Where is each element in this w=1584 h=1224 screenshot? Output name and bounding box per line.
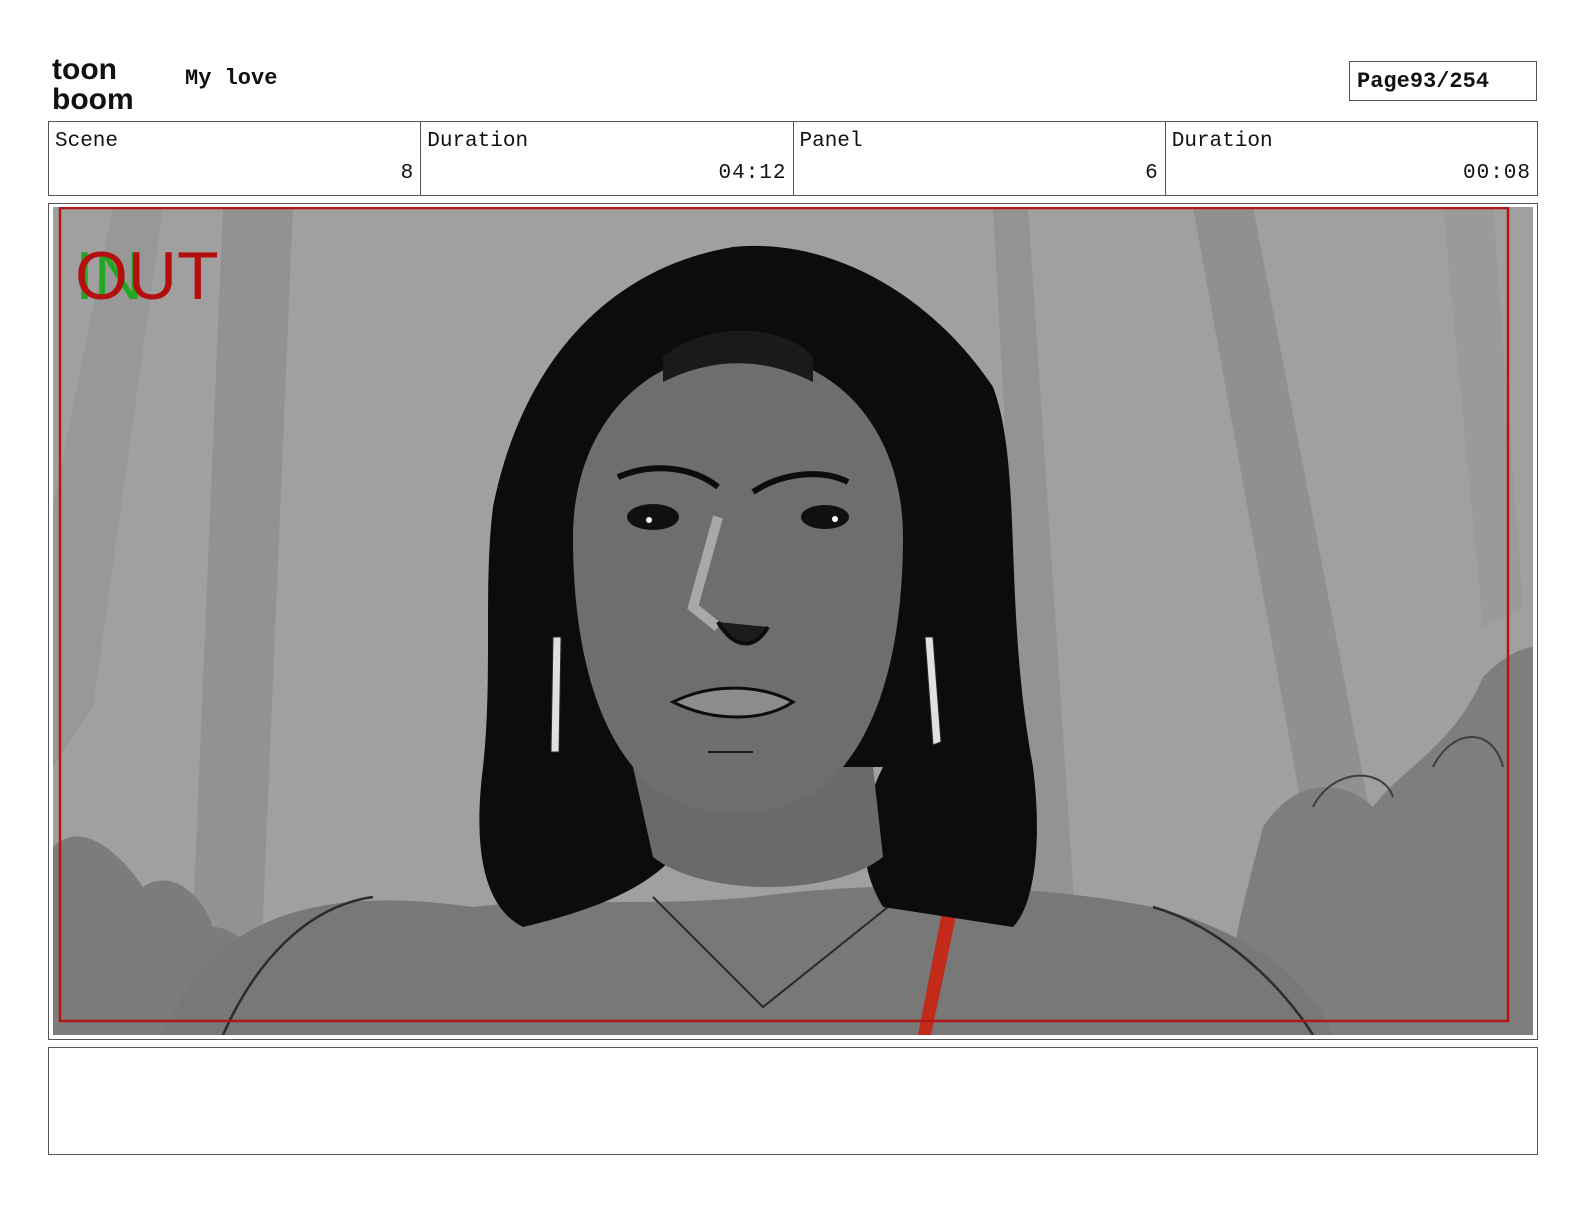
right-eye (801, 505, 849, 529)
page-label: Page (1357, 68, 1410, 94)
page-value: 93/254 (1409, 68, 1490, 94)
panel-label: Panel (799, 130, 863, 153)
scene-duration-label: Duration (427, 130, 529, 153)
logo-bottom-text: boom (52, 83, 134, 112)
page-indicator: Page 93/254 (1349, 61, 1537, 101)
scene-value: 8 (400, 162, 415, 185)
panel-notes-box (48, 1047, 1538, 1155)
project-title: My love (185, 66, 278, 91)
scene-duration-cell: Duration 04:12 (421, 122, 794, 195)
storyboard-panel-image: IN OUT (53, 207, 1533, 1035)
face (573, 352, 903, 814)
scene-label: Scene (55, 130, 119, 153)
left-eye (627, 504, 679, 530)
logo-top-text: toon (52, 53, 117, 86)
right-eye-glint (832, 516, 838, 522)
left-eye-glint (646, 517, 652, 523)
out-marker: OUT (75, 238, 219, 314)
panel-duration-value: 00:08 (1462, 162, 1531, 185)
scene-cell: Scene 8 (49, 122, 422, 195)
panel-cell: Panel 6 (794, 122, 1166, 195)
toon-boom-logo: toon boom (52, 52, 164, 116)
panel-duration-label: Duration (1171, 130, 1273, 153)
scene-info-table: Scene 8 Duration 04:12 Panel 6 Duration … (48, 121, 1538, 196)
left-earring (550, 636, 562, 753)
panel-value: 6 (1145, 162, 1159, 185)
panel-duration-cell: Duration 00:08 (1166, 122, 1537, 195)
scene-duration-value: 04:12 (718, 162, 787, 185)
